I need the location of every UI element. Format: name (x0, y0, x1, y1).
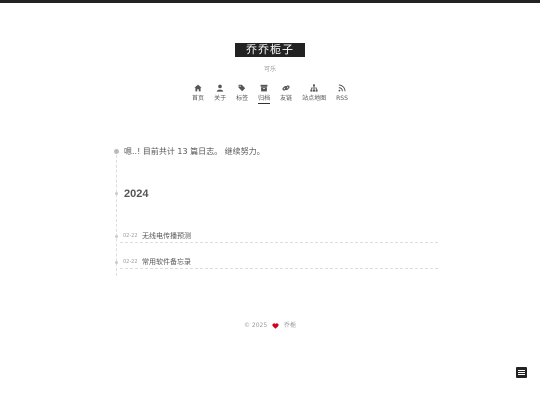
sitemap-icon (310, 84, 318, 92)
timeline-dot (114, 149, 119, 154)
menu-label-about: 关于 (214, 95, 227, 102)
post-item: 02-22 常用软件备忘录 (120, 256, 438, 269)
footer-copyright: © 2025 (243, 322, 268, 329)
menu-label-sitemap: 站点地图 (302, 95, 327, 102)
menu-label-rss: RSS (336, 95, 348, 102)
post-title-link[interactable]: 无线电传播预测 (142, 231, 191, 241)
menu-item-archive[interactable]: 归档 (256, 84, 272, 104)
back-to-top-button[interactable] (516, 367, 527, 378)
menu-item-about[interactable]: 关于 (212, 84, 228, 104)
archive-intro: 嗯..! 目前共计 13 篇日志。 继续努力。 (124, 147, 265, 156)
rss-icon (338, 84, 346, 92)
timeline-line (116, 150, 117, 276)
menu-bar-line (518, 372, 525, 373)
post-title-link[interactable]: 常用软件备忘录 (142, 257, 191, 267)
home-icon (194, 84, 202, 92)
timeline-dot (115, 261, 118, 264)
footer-author: 乔栀 (284, 322, 297, 329)
footer: © 2025 乔栀 (0, 320, 540, 329)
tags-icon (238, 84, 246, 92)
timeline-dot (115, 192, 118, 195)
menu-item-sitemap[interactable]: 站点地图 (300, 84, 328, 104)
menu-label-archive: 归档 (258, 95, 271, 104)
menu-label-home: 首页 (192, 95, 205, 102)
heart-icon (272, 322, 279, 329)
post-date: 02-22 (123, 259, 138, 265)
post-item: 02-22 无线电传播预测 (120, 230, 438, 243)
timeline-dot (115, 235, 118, 238)
menu-item-home[interactable]: 首页 (190, 84, 206, 104)
menu-item-links[interactable]: 友链 (278, 84, 294, 104)
post-date: 02-22 (123, 233, 138, 239)
menu-bar-line (518, 374, 525, 375)
archive-icon (260, 84, 268, 92)
archive-year: 2024 (124, 188, 149, 200)
top-bar (0, 0, 540, 3)
menu-item-rss[interactable]: RSS (334, 84, 350, 104)
menu-item-tags[interactable]: 标签 (234, 84, 250, 104)
user-icon (216, 84, 224, 92)
menu-bars-icon (518, 370, 525, 371)
site-subtitle: 可乐 (263, 66, 276, 73)
menu-label-tags: 标签 (236, 95, 249, 102)
main-menu: 首页 关于 标签 归档 友链 站点地图 RSS (0, 84, 540, 104)
link-icon (282, 85, 290, 91)
menu-label-links: 友链 (280, 95, 293, 102)
site-title[interactable]: 乔乔栀子 (235, 43, 305, 57)
